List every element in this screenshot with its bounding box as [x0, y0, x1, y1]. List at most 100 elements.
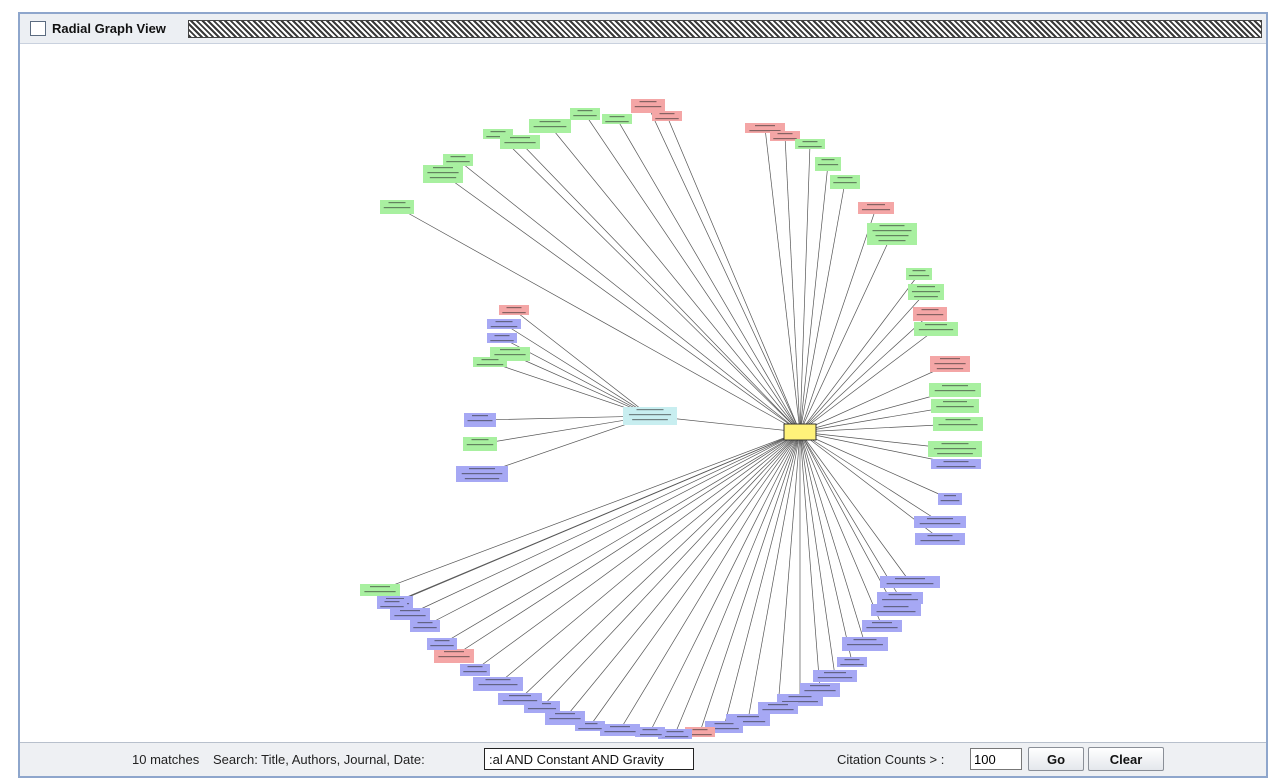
graph-node[interactable] [914, 322, 958, 336]
graph-node[interactable] [815, 157, 841, 171]
graph-edge [799, 291, 927, 433]
graph-node[interactable] [499, 305, 529, 315]
window-icon[interactable] [30, 21, 46, 36]
graph-node[interactable] [570, 108, 600, 120]
graph-node[interactable] [938, 493, 962, 505]
graph-node[interactable] [473, 357, 507, 367]
graph-edge [799, 328, 937, 433]
graph-node[interactable] [862, 620, 902, 632]
graph-node[interactable] [529, 119, 571, 133]
radial-graph[interactable] [20, 44, 1266, 742]
graph-edge [799, 431, 821, 691]
graph-edge [549, 125, 801, 433]
graph-node[interactable] [930, 356, 970, 372]
graph-edge [442, 173, 801, 433]
graph-edge [649, 431, 801, 733]
graph-edge [409, 431, 801, 615]
graph-node[interactable] [652, 111, 682, 121]
graph-edge [616, 118, 801, 433]
graph-edge [799, 431, 853, 663]
graph-node[interactable] [434, 649, 474, 663]
graph-node[interactable] [631, 99, 665, 113]
graph-edge [799, 273, 920, 433]
graph-node[interactable] [837, 657, 867, 667]
graph-node[interactable] [880, 576, 940, 588]
citation-count-input[interactable] [970, 748, 1022, 770]
graph-node[interactable] [858, 202, 894, 214]
graph-node[interactable] [600, 724, 640, 736]
graph-edge [441, 431, 801, 645]
graph-edge [764, 127, 801, 433]
graph-node[interactable] [906, 268, 932, 280]
window-title: Radial Graph View [52, 21, 166, 36]
graph-node[interactable] [410, 620, 440, 632]
graph-node[interactable] [380, 200, 414, 214]
search-toolbar: 10 matches Search: Title, Authors, Journ… [20, 742, 1266, 776]
graph-node[interactable] [456, 466, 508, 482]
graph-node[interactable] [602, 114, 632, 124]
graph-node[interactable] [877, 592, 923, 604]
center-node[interactable] [783, 423, 817, 441]
graph-edge [519, 431, 801, 700]
graph-node[interactable] [933, 417, 983, 431]
graph-node[interactable] [498, 693, 542, 705]
graph-node[interactable] [915, 533, 965, 545]
graph-edge [497, 431, 801, 685]
window-titlebar[interactable]: Radial Graph View [20, 14, 1266, 44]
graph-node[interactable] [464, 413, 496, 427]
graph-node[interactable] [908, 284, 944, 300]
graph-edge [799, 143, 811, 433]
go-button[interactable]: Go [1028, 747, 1084, 771]
search-label: Search: Title, Authors, Journal, Date: [213, 752, 425, 767]
graph-node[interactable] [929, 383, 981, 397]
graph-edge [584, 113, 801, 433]
graph-edge [799, 431, 941, 523]
graph-node[interactable] [795, 139, 825, 149]
graph-node[interactable] [390, 608, 430, 620]
graph-edge [509, 353, 651, 417]
graph-canvas[interactable] [20, 44, 1266, 742]
graph-node[interactable] [623, 407, 677, 425]
graph-node[interactable] [758, 702, 798, 714]
graph-node[interactable] [500, 135, 540, 149]
graph-node[interactable] [545, 711, 585, 725]
graph-node[interactable] [830, 175, 860, 189]
graph-node[interactable] [423, 165, 463, 183]
graph-node[interactable] [460, 664, 490, 676]
graph-node[interactable] [813, 670, 857, 682]
graph-node[interactable] [871, 604, 921, 616]
graph-node[interactable] [473, 677, 523, 691]
search-input[interactable] [484, 748, 694, 770]
graph-node[interactable] [842, 637, 888, 651]
graph-edge [457, 159, 801, 433]
graph-node[interactable] [443, 154, 473, 166]
graph-node[interactable] [463, 437, 497, 451]
graph-edge [799, 431, 911, 583]
radial-graph-window: Radial Graph View 10 matches Search: Tit… [18, 12, 1268, 778]
graph-node[interactable] [913, 307, 947, 321]
graph-node[interactable] [487, 319, 521, 329]
graph-edge [497, 133, 801, 433]
graph-node[interactable] [427, 638, 457, 650]
graph-edge [699, 431, 801, 733]
graph-node[interactable] [360, 584, 400, 596]
graph-node[interactable] [931, 459, 981, 469]
graph-node[interactable] [931, 399, 979, 413]
graph-node[interactable] [377, 599, 407, 609]
graph-edge [799, 233, 893, 433]
clear-button[interactable]: Clear [1088, 747, 1164, 771]
graph-edge [799, 431, 836, 677]
graph-node[interactable] [914, 516, 966, 528]
graph-edge [799, 431, 883, 627]
graph-edge [503, 323, 651, 417]
graph-node[interactable] [867, 223, 917, 245]
graph-node[interactable] [487, 333, 517, 343]
titlebar-drag-area[interactable] [188, 20, 1262, 38]
graph-edge [674, 431, 801, 735]
graph-edge [799, 431, 901, 599]
graph-edge [799, 363, 951, 433]
graph-node[interactable] [928, 441, 982, 457]
graph-edge [474, 431, 801, 671]
graph-edge [541, 431, 801, 708]
graph-edge [519, 141, 801, 433]
